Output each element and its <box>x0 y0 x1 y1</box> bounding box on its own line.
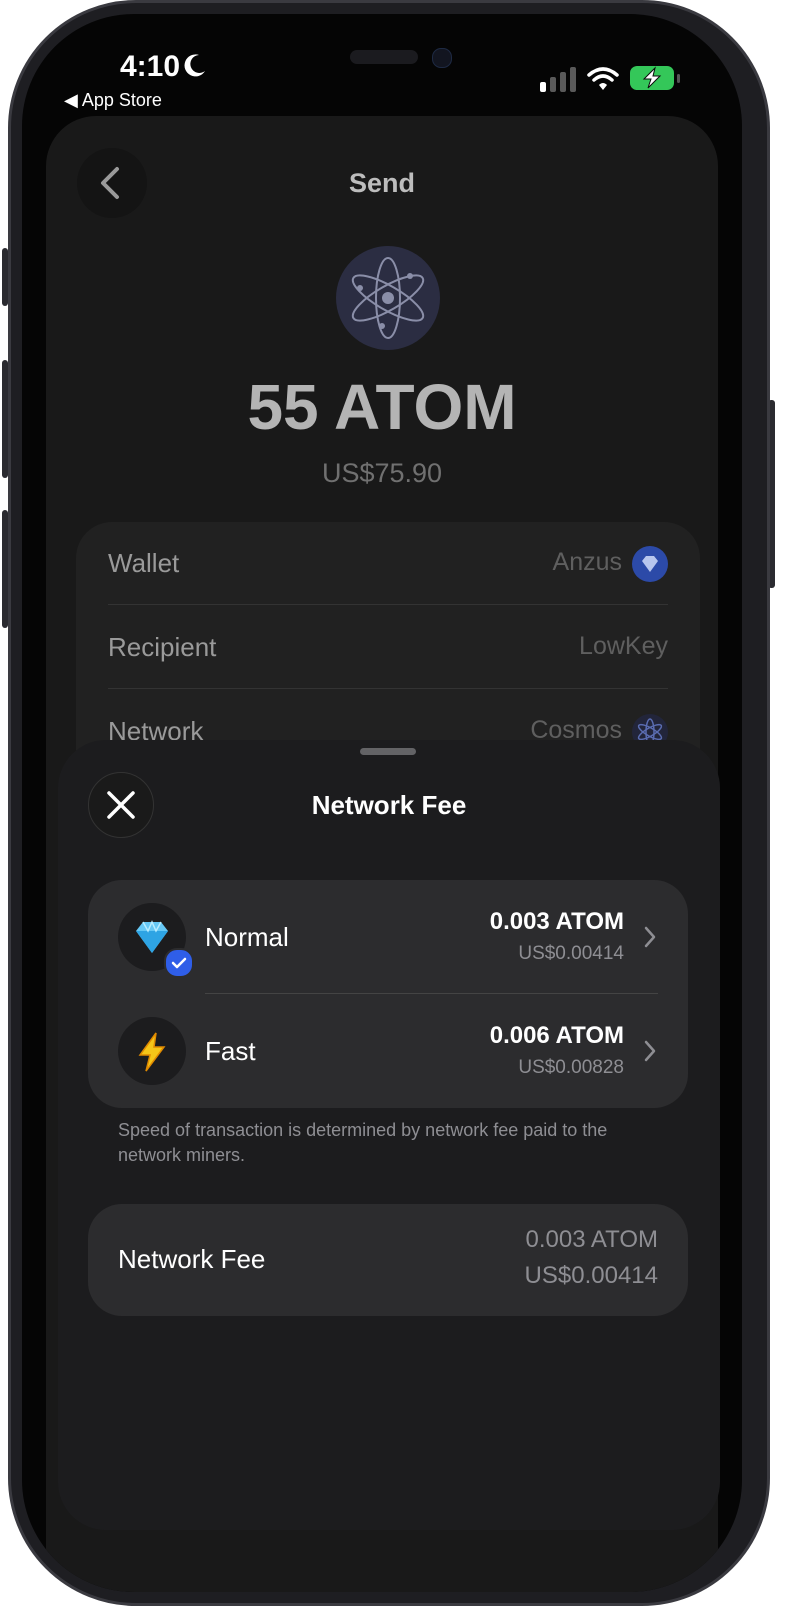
fee-option-fiat: US$0.00414 <box>518 943 624 964</box>
summary-amount: 0.003 ATOM <box>525 1226 658 1253</box>
wifi-icon <box>587 67 619 90</box>
detail-value: LowKey <box>579 632 668 660</box>
sheet-grabber[interactable] <box>360 748 416 755</box>
page-title: Send <box>348 168 415 198</box>
detail-row-wallet: Wallet Anzus <box>108 522 668 605</box>
cosmos-atom-icon <box>336 246 440 350</box>
status-time: 4:10 <box>120 50 181 83</box>
status-back-link[interactable]: ◀ App Store <box>64 90 162 111</box>
detail-label: Wallet <box>108 548 180 578</box>
wallet-gem-icon <box>632 546 668 582</box>
send-amount-fiat: US$75.90 <box>321 458 443 488</box>
fee-option-normal[interactable]: Normal 0.003 ATOM US$0.00414 <box>88 880 688 994</box>
fee-option-fiat: US$0.00828 <box>518 1057 624 1078</box>
divider <box>108 604 668 605</box>
network-fee-summary: Network Fee 0.003 ATOM US$0.00414 <box>88 1204 688 1316</box>
selected-check-badge <box>164 948 194 978</box>
chevron-right-icon <box>644 1040 656 1062</box>
fee-option-amount: 0.006 ATOM <box>489 1022 624 1049</box>
sheet-title: Network Fee <box>311 790 467 820</box>
network-fee-sheet: Network Fee Normal 0.003 ATOM US$0.00414 <box>58 740 720 1530</box>
summary-fiat: US$0.00414 <box>524 1262 658 1289</box>
screen: 4:10 ◀ App Store Send 55 ATOM US$75.90 W… <box>22 14 742 1592</box>
fee-explanation-text: Speed of transaction is determined by ne… <box>118 1120 608 1165</box>
summary-label: Network Fee <box>118 1244 266 1274</box>
detail-value: Anzus <box>552 548 622 576</box>
chevron-right-icon <box>644 926 656 948</box>
detail-label: Recipient <box>108 632 217 662</box>
battery-icon <box>630 66 674 90</box>
fee-option-label: Fast <box>205 1036 256 1066</box>
fee-option-fast[interactable]: Fast 0.006 ATOM US$0.00828 <box>88 994 688 1108</box>
battery-tip <box>677 74 680 83</box>
lightning-icon <box>118 1017 186 1085</box>
divider <box>108 688 668 689</box>
checkmark-icon <box>171 957 187 969</box>
fee-option-label: Normal <box>205 922 289 952</box>
speaker-grille <box>350 50 418 64</box>
fee-option-amount: 0.003 ATOM <box>489 908 624 935</box>
detail-row-recipient: Recipient LowKey <box>108 606 668 689</box>
moon-icon <box>184 54 205 77</box>
front-camera <box>432 48 452 68</box>
fee-options-list: Normal 0.003 ATOM US$0.00414 Fast 0.006 … <box>88 880 688 1108</box>
send-amount: 55 ATOM <box>247 371 517 443</box>
